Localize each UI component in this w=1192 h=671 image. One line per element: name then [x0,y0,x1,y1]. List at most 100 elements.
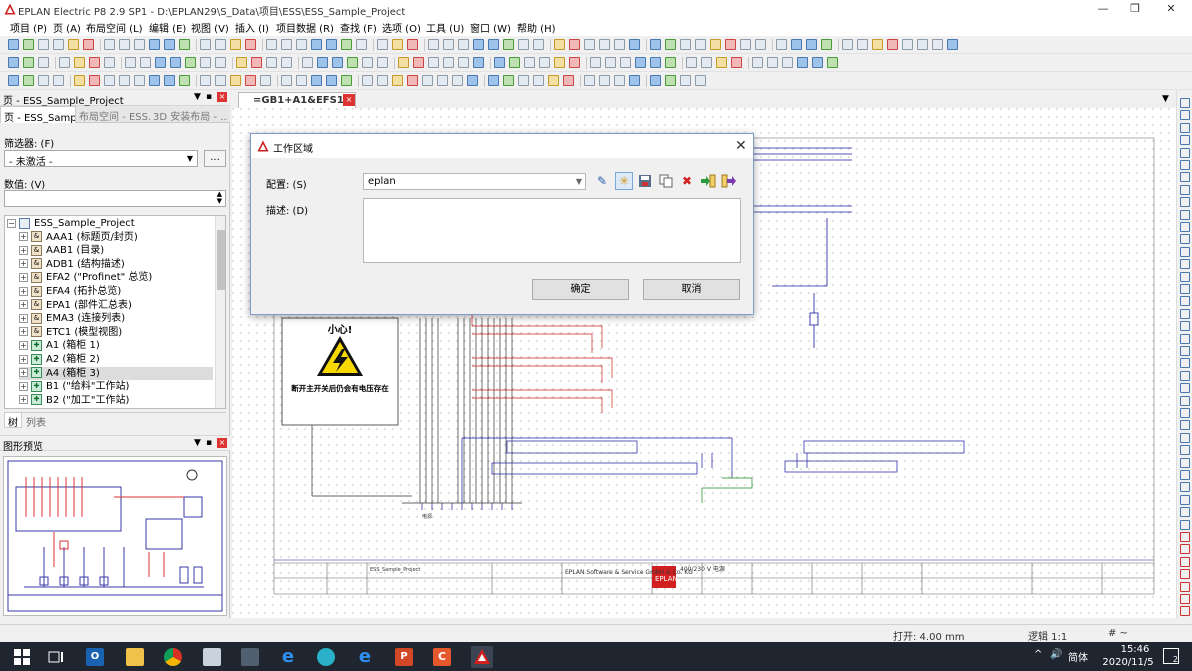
toolbar-tool-icon[interactable] [599,75,610,86]
toolbar-tool-icon[interactable] [701,57,712,68]
toolbar-tool-icon[interactable] [179,39,190,50]
toolbar-tool-icon[interactable] [569,39,580,50]
toolbar-tool-icon[interactable] [812,57,823,68]
tree-item[interactable]: + & AAB1 (目录) [19,244,213,258]
toolbar-tool-icon[interactable] [791,39,802,50]
toolbar-tool-icon[interactable] [215,75,226,86]
toolbar-tool-icon[interactable] [731,57,742,68]
symbol-tool-icon[interactable] [1180,98,1190,108]
toolbar-tool-icon[interactable] [767,57,778,68]
filter-browse-button[interactable]: ... [204,150,226,167]
toolbar-tool-icon[interactable] [650,39,661,50]
expand-icon[interactable]: + [19,286,28,296]
toolbar-tool-icon[interactable] [326,75,337,86]
toolbar-tool-icon[interactable] [38,75,49,86]
toolbar-tool-icon[interactable] [200,39,211,50]
expand-icon[interactable]: + [19,245,28,255]
toolbar-tool-icon[interactable] [170,57,181,68]
toolbar-tool-icon[interactable] [281,75,292,86]
toolbar-tool-icon[interactable] [650,57,661,68]
copy-icon[interactable] [657,172,675,190]
toolbar-tool-icon[interactable] [140,57,151,68]
symbol-tool-icon[interactable] [1180,482,1190,493]
eplan-taskbar-icon[interactable] [471,646,493,668]
toolbar-tool-icon[interactable] [782,57,793,68]
toolbar-tool-icon[interactable] [539,57,550,68]
expand-icon[interactable]: + [19,395,28,405]
toolbar-tool-icon[interactable] [524,57,535,68]
symbol-tool-icon[interactable] [1180,420,1190,431]
tray-expand-icon[interactable]: ^ [1034,649,1042,660]
toolbar-tool-icon[interactable] [53,39,64,50]
symbol-tool-icon[interactable] [1180,544,1190,555]
close-window-button[interactable]: ✕ [1153,0,1189,18]
toolbar-tool-icon[interactable] [452,75,463,86]
menu-page[interactable]: 页 (A) [53,20,81,35]
symbol-tool-icon[interactable] [1180,470,1190,480]
toolbar-tool-icon[interactable] [458,39,469,50]
toolbar-tool-icon[interactable] [494,57,505,68]
symbol-tool-icon[interactable] [1180,147,1190,158]
volume-icon[interactable]: 🔊 [1050,649,1062,660]
tree-scrollbar[interactable] [215,216,225,408]
menu-window[interactable]: 窗口 (W) [470,20,511,35]
minimize-button[interactable]: — [1085,0,1121,18]
toolbar-tool-icon[interactable] [200,57,211,68]
tab-tree[interactable]: 树 [4,413,22,429]
toolbar-tool-icon[interactable] [8,75,19,86]
tab-list[interactable]: 列表 [26,414,46,429]
expand-icon[interactable]: + [19,354,28,364]
toolbar-tool-icon[interactable] [266,57,277,68]
toolbar-tool-icon[interactable] [230,39,241,50]
toolbar-tool-icon[interactable] [686,57,697,68]
tree-item[interactable]: + & AAA1 (标题页/封页) [19,231,213,245]
toolbar-tool-icon[interactable] [215,57,226,68]
chrome-icon[interactable] [164,648,182,666]
toolbar-tool-icon[interactable] [680,75,691,86]
toolbar-tool-icon[interactable] [392,39,403,50]
toolbar-tool-icon[interactable] [317,57,328,68]
toolbar-tool-icon[interactable] [503,39,514,50]
symbol-tool-icon[interactable] [1180,222,1190,232]
tree-item[interactable]: + ✚ B1 ("给料"工作站) [19,380,213,394]
toolbar-tool-icon[interactable] [311,75,322,86]
toolbar-tool-icon[interactable] [74,75,85,86]
toolbar-tool-icon[interactable] [53,75,64,86]
toolbar-tool-icon[interactable] [710,39,721,50]
toolbar-tool-icon[interactable] [23,39,34,50]
app-icon-2[interactable] [241,648,259,666]
menu-view[interactable]: 视图 (V) [191,20,229,35]
toolbar-tool-icon[interactable] [488,39,499,50]
save-icon[interactable] [636,172,654,190]
toolbar-tool-icon[interactable] [311,39,322,50]
outlook-icon[interactable]: O [86,648,104,666]
expand-icon[interactable]: + [19,368,28,378]
toolbar-tool-icon[interactable] [917,39,928,50]
toolbar-tool-icon[interactable] [302,57,313,68]
toolbar-tool-icon[interactable] [518,75,529,86]
file-explorer-icon[interactable] [126,648,144,666]
tree-item[interactable]: + & ADB1 (结构描述) [19,258,213,272]
toolbar-tool-icon[interactable] [695,39,706,50]
toolbar-tool-icon[interactable] [245,39,256,50]
menu-find[interactable]: 查找 (F) [340,20,377,35]
toolbar-tool-icon[interactable] [326,39,337,50]
task-view-icon[interactable] [47,648,65,666]
toolbar-tool-icon[interactable] [752,57,763,68]
toolbar-tool-icon[interactable] [548,75,559,86]
toolbar-tool-icon[interactable] [8,39,19,50]
toolbar-tool-icon[interactable] [554,39,565,50]
toolbar-tool-icon[interactable] [629,39,640,50]
toolbar-tool-icon[interactable] [200,75,211,86]
toolbar-tool-icon[interactable] [341,39,352,50]
toolbar-tool-icon[interactable] [119,39,130,50]
symbol-tool-icon[interactable] [1180,135,1190,146]
toolbar-tool-icon[interactable] [716,57,727,68]
toolbar-tool-icon[interactable] [149,39,160,50]
symbol-tool-icon[interactable] [1180,172,1190,183]
toolbar-tool-icon[interactable] [89,57,100,68]
symbol-tool-icon[interactable] [1180,581,1190,592]
toolbar-tool-icon[interactable] [362,57,373,68]
tree-item[interactable]: + & ETC1 (模型视图) [19,326,213,340]
toolbar-tool-icon[interactable] [377,57,388,68]
